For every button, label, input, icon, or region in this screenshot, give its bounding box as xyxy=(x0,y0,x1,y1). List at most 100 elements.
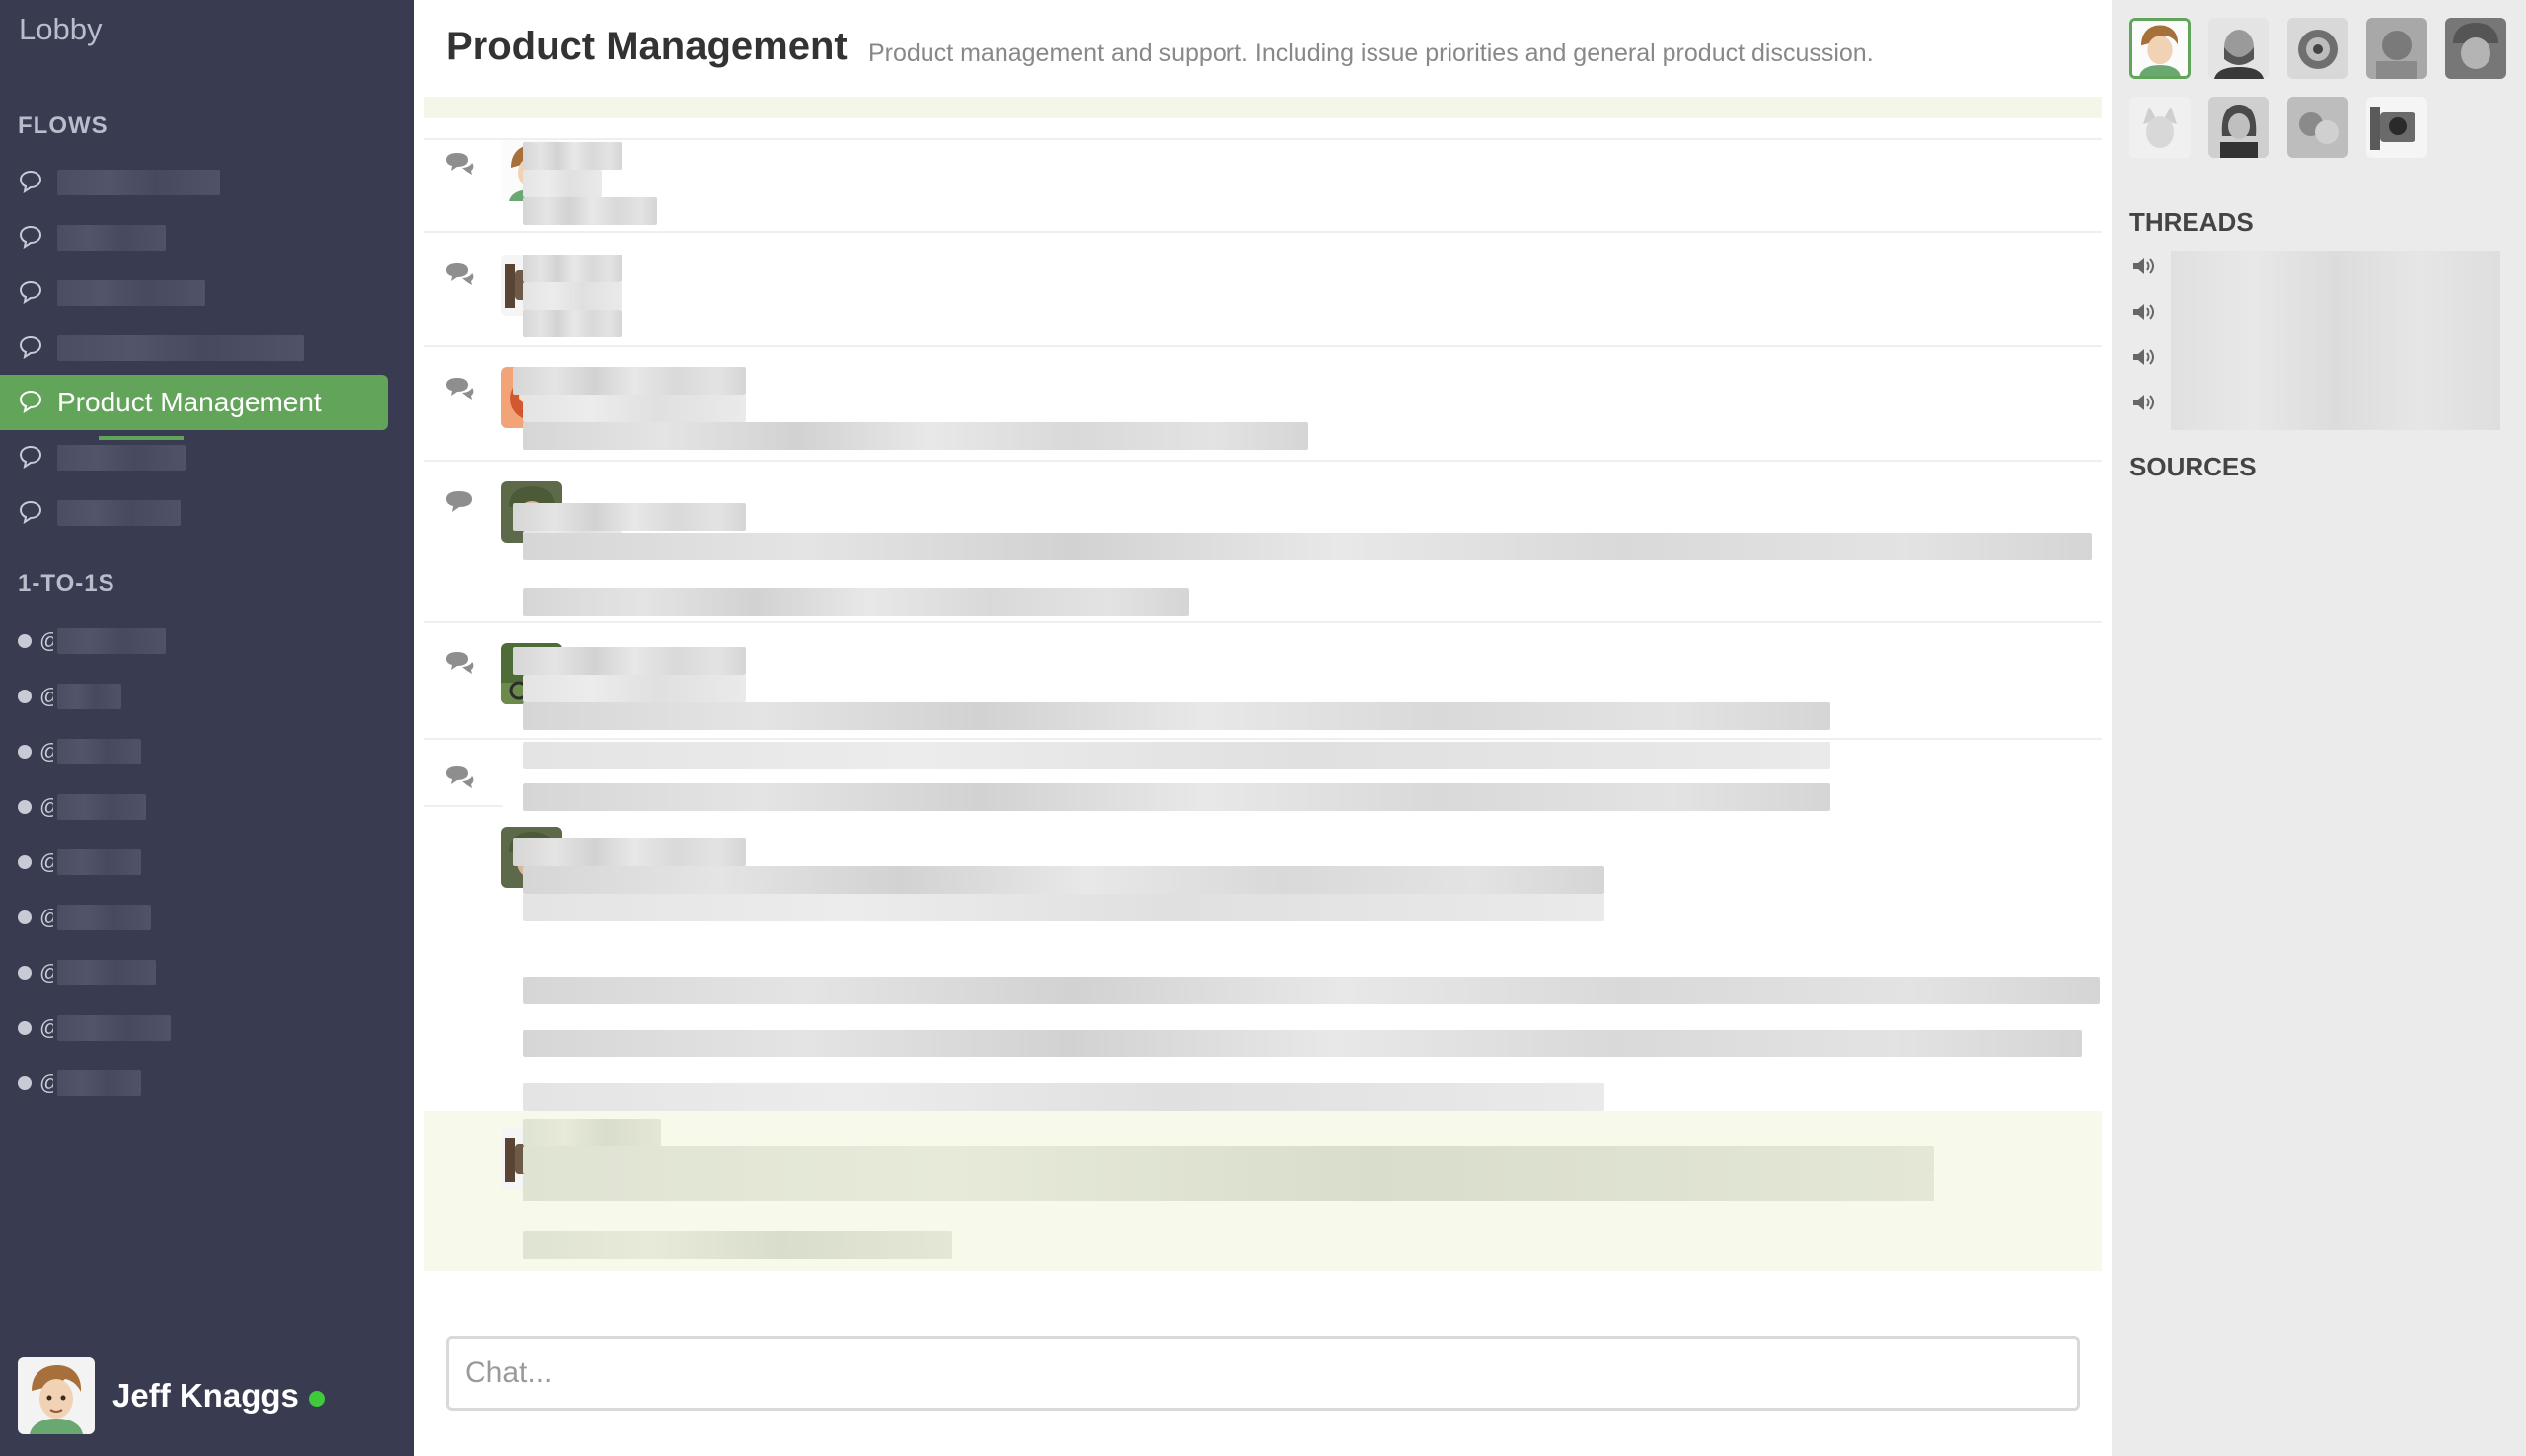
dot-icon xyxy=(18,1076,32,1090)
message-highlighted[interactable] xyxy=(424,1111,2102,1271)
dm-name-redacted xyxy=(57,628,166,654)
comment-icon[interactable] xyxy=(442,375,476,402)
sidebar-flow-item[interactable] xyxy=(0,155,388,210)
dot-icon xyxy=(18,634,32,648)
at-icon: @ xyxy=(39,794,53,820)
flows-heading: FLOWS xyxy=(18,112,109,139)
dm-name-redacted xyxy=(57,1015,171,1041)
flow-name-redacted xyxy=(57,225,166,251)
message[interactable] xyxy=(424,738,2102,811)
redacted-text xyxy=(523,170,602,197)
message[interactable] xyxy=(424,345,2102,460)
thread-item[interactable] xyxy=(2131,252,2157,281)
sidebar-flow-item[interactable] xyxy=(0,430,388,485)
dm-name-redacted xyxy=(57,905,151,930)
at-icon: @ xyxy=(39,684,53,709)
avatar[interactable] xyxy=(2208,97,2269,158)
thread-item[interactable] xyxy=(2131,342,2157,372)
at-icon: @ xyxy=(39,960,53,985)
chat-bubbles-icon xyxy=(19,500,42,525)
flow-name-redacted xyxy=(57,170,220,195)
redacted-author xyxy=(513,503,746,531)
dot-icon xyxy=(18,800,32,814)
redacted-text xyxy=(523,1174,1934,1201)
sidebar-dm-item[interactable]: @ xyxy=(18,621,166,661)
dm-name-redacted xyxy=(57,684,121,709)
comment-icon[interactable] xyxy=(442,649,476,677)
chat-input[interactable] xyxy=(446,1336,2080,1411)
redacted-text xyxy=(523,866,1604,894)
avatar[interactable] xyxy=(2287,18,2348,79)
avatar[interactable] xyxy=(2366,18,2427,79)
redacted-text xyxy=(523,588,1189,616)
sidebar-dm-item[interactable]: @ xyxy=(18,1063,141,1103)
sidebar-dm-item[interactable]: @ xyxy=(18,898,151,937)
sidebar-dm-item[interactable]: @ xyxy=(18,953,156,992)
message[interactable] xyxy=(424,138,2102,231)
dot-icon xyxy=(18,966,32,980)
message[interactable] xyxy=(424,460,2102,621)
comment-icon[interactable] xyxy=(442,489,476,517)
avatar xyxy=(18,1357,95,1434)
sidebar-dm-item[interactable]: @ xyxy=(18,732,141,771)
comment-icon[interactable] xyxy=(442,764,476,791)
message[interactable] xyxy=(424,231,2102,345)
avatar[interactable] xyxy=(2287,97,2348,158)
sidebar-flow-item[interactable] xyxy=(0,321,388,376)
redacted-text xyxy=(523,977,2100,1004)
redacted-text xyxy=(523,1146,1934,1174)
avatar[interactable] xyxy=(2445,18,2506,79)
online-status-indicator xyxy=(308,1391,325,1407)
sidebar-dm-item[interactable]: @ xyxy=(18,677,121,716)
current-user[interactable]: Jeff Knaggs xyxy=(18,1357,325,1434)
redacted-text xyxy=(523,197,657,225)
sidebar-dm-item[interactable]: @ xyxy=(18,842,141,882)
sources-heading: SOURCES xyxy=(2129,452,2257,481)
redacted-author xyxy=(523,1119,661,1146)
sidebar-dm-item[interactable]: @ xyxy=(18,787,146,827)
avatar[interactable] xyxy=(2129,97,2191,158)
sidebar-flow-item[interactable] xyxy=(0,210,388,265)
redacted-text xyxy=(523,395,746,422)
avatar[interactable] xyxy=(2208,18,2269,79)
avatar[interactable] xyxy=(2366,97,2427,158)
dm-name-redacted xyxy=(57,849,141,875)
message[interactable] xyxy=(424,621,2102,738)
chat-bubbles-icon xyxy=(19,170,42,194)
flow-main: Product Management Product management an… xyxy=(414,0,2112,1456)
thread-item[interactable] xyxy=(2131,388,2157,417)
flow-name-redacted xyxy=(57,335,304,361)
speaker-icon xyxy=(2133,349,2154,365)
at-icon: @ xyxy=(39,1015,53,1041)
flow-description: Product management and support. Includin… xyxy=(868,39,1874,67)
comment-icon[interactable] xyxy=(442,260,476,288)
redacted-author xyxy=(513,647,746,675)
chat-bubbles-icon xyxy=(19,390,42,414)
avatar[interactable] xyxy=(2129,18,2191,79)
members-sidebar: THREADS SOURCES xyxy=(2112,0,2526,1456)
redacted-text xyxy=(523,422,1308,450)
dm-name-redacted xyxy=(57,1070,141,1096)
sidebar-flow-item[interactable] xyxy=(0,485,388,541)
lobby-link[interactable]: Lobby xyxy=(19,12,102,47)
speaker-icon xyxy=(2133,258,2154,274)
sidebar-flow-item-active[interactable]: Product Management xyxy=(0,375,388,430)
dot-icon xyxy=(18,690,32,703)
threads-redacted xyxy=(2171,251,2500,430)
chat-bubbles-icon xyxy=(19,445,42,470)
dm-name-redacted xyxy=(57,739,141,764)
sidebar-flow-item[interactable] xyxy=(0,265,388,321)
comment-icon[interactable] xyxy=(442,150,476,178)
flows-sidebar: Lobby FLOWS Product Management 1-TO-1S @… xyxy=(0,0,414,1456)
dot-icon xyxy=(18,910,32,924)
redacted-text xyxy=(523,282,622,310)
sidebar-dm-item[interactable]: @ xyxy=(18,1008,171,1048)
thread-item[interactable] xyxy=(2131,297,2157,327)
redacted-text xyxy=(523,702,1830,730)
dms-heading: 1-TO-1S xyxy=(18,570,115,597)
chat-bubbles-icon xyxy=(19,280,42,305)
redacted-text xyxy=(523,533,2092,560)
message[interactable] xyxy=(424,805,2102,1111)
active-flow-label: Product Management xyxy=(57,387,322,417)
dm-name-redacted xyxy=(57,960,156,985)
